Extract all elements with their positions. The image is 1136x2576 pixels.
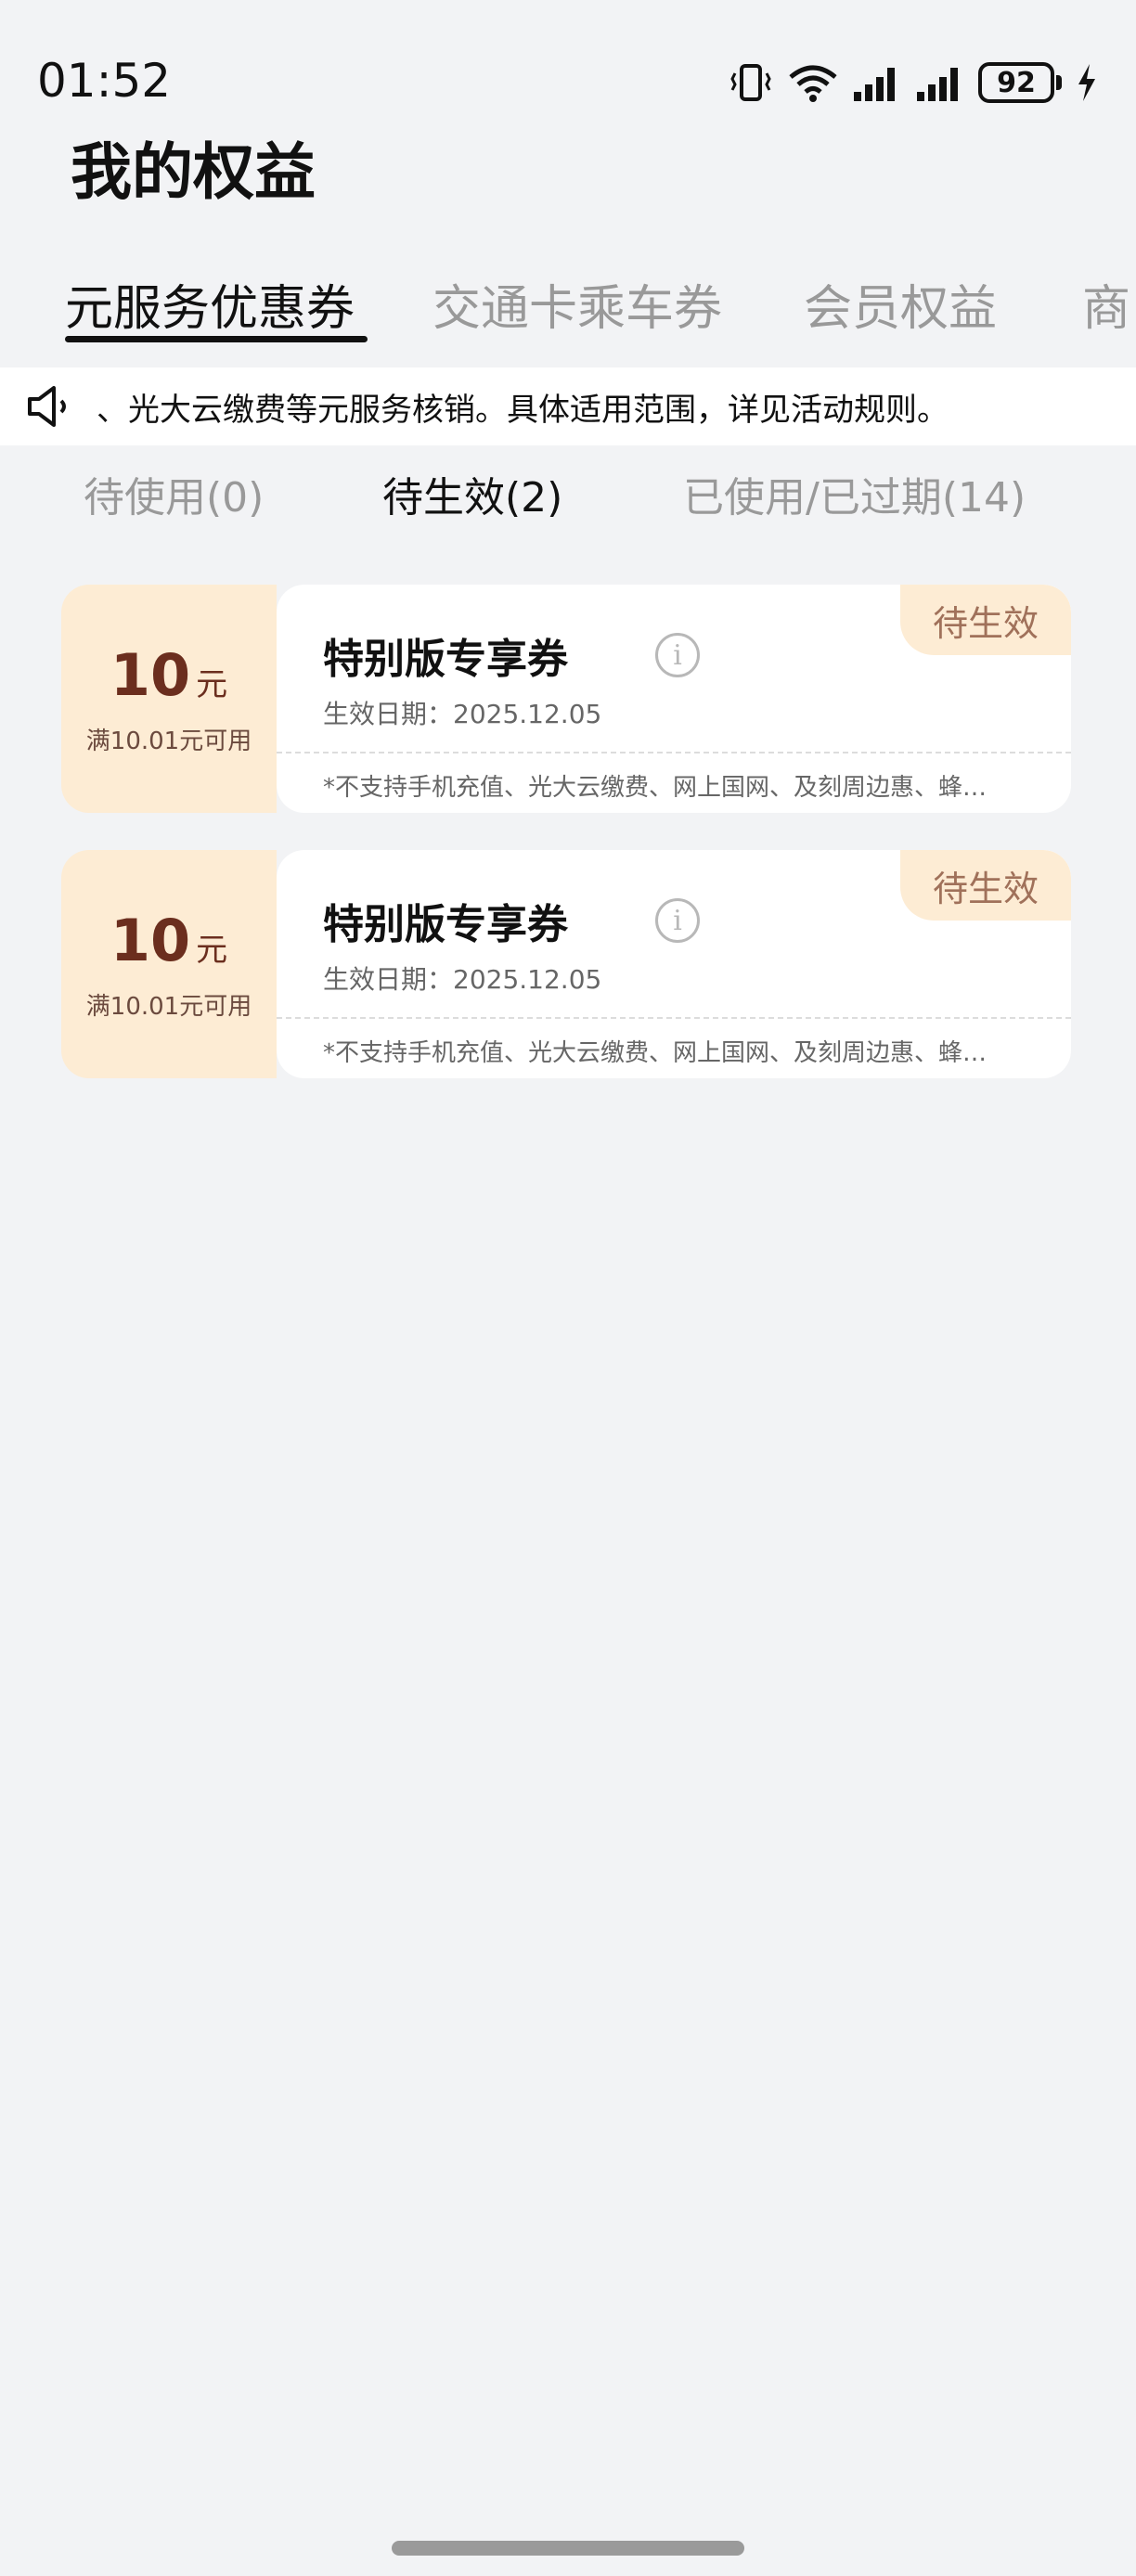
page-title: 我的权益 [71,136,316,208]
home-indicator[interactable] [392,2541,744,2556]
battery-cap [1056,75,1062,90]
coupon-name: 特别版专享券 [323,636,568,683]
notice-bar[interactable]: 、光大云缴费等元服务核销。具体适用范围，详见活动规则。 [0,367,1136,445]
coupon-details: 特别版专享券 i 生效日期：2025.12.05 *不支持手机充值、光大云缴费、… [277,850,1071,1078]
coupon-amount: 10 [110,641,191,709]
vibrate-icon [730,64,771,101]
wifi-icon [789,65,837,102]
status-badge: 待生效 [900,585,1071,655]
coupon-card[interactable]: 10 元 满10.01元可用 特别版专享券 i 生效日期：2025.12.05 … [61,585,1071,813]
coupon-restriction[interactable]: *不支持手机充值、光大云缴费、网上国网、及刻周边惠、蜂… [323,768,1028,803]
subtab-used-expired[interactable]: 已使用/已过期(14) [683,464,1026,523]
coupon-amount-unit: 元 [196,932,228,969]
battery-icon: 92 [978,62,1054,103]
coupon-restriction[interactable]: *不支持手机充值、光大云缴费、网上国网、及刻周边惠、蜂… [323,1034,1028,1068]
sub-tabs: 待使用(0) 待生效(2) 已使用/已过期(14) [0,464,1136,529]
coupon-effective-date: 生效日期：2025.12.05 [323,964,602,995]
tab-transit-coupons[interactable]: 交通卡乘车券 [432,269,722,339]
coupon-value-panel: 10 元 满10.01元可用 [61,585,277,813]
coupon-threshold: 满10.01元可用 [85,993,252,1021]
coupon-effective-date: 生效日期：2025.12.05 [323,699,602,729]
notice-text: 、光大云缴费等元服务核销。具体适用范围，详见活动规则。 [97,391,949,429]
subtab-to-use[interactable]: 待使用(0) [84,464,264,523]
coupon-card[interactable]: 10 元 满10.01元可用 特别版专享券 i 生效日期：2025.12.05 … [61,850,1071,1078]
coupon-name: 特别版专享券 [323,901,568,948]
coupon-amount: 10 [110,907,191,974]
coupon-divider [277,1017,1071,1019]
coupon-amount-row: 10 元 [110,907,227,974]
coupon-threshold: 满10.01元可用 [85,728,252,755]
signal-icon-2 [917,68,958,101]
tab-member-benefits[interactable]: 会员权益 [804,269,997,339]
coupon-amount-row: 10 元 [110,641,227,709]
signal-icon [854,68,895,101]
subtab-pending[interactable]: 待生效(2) [382,464,562,523]
status-icons: 92 [728,59,1099,106]
status-badge: 待生效 [900,850,1071,921]
tab-more[interactable]: 商 [1082,269,1130,339]
coupon-divider [277,752,1071,753]
coupon-value-panel: 10 元 满10.01元可用 [61,850,277,1078]
tab-meta-service-coupons[interactable]: 元服务优惠券 [65,269,355,339]
speaker-icon [28,386,66,427]
status-time: 01:52 [37,54,172,108]
battery-level: 92 [997,66,1036,99]
info-icon[interactable]: i [655,898,700,943]
charging-icon [1078,64,1095,101]
info-icon[interactable]: i [655,633,700,677]
coupon-details: 特别版专享券 i 生效日期：2025.12.05 *不支持手机充值、光大云缴费、… [277,585,1071,813]
active-tab-indicator [65,336,368,342]
coupon-amount-unit: 元 [196,666,228,703]
